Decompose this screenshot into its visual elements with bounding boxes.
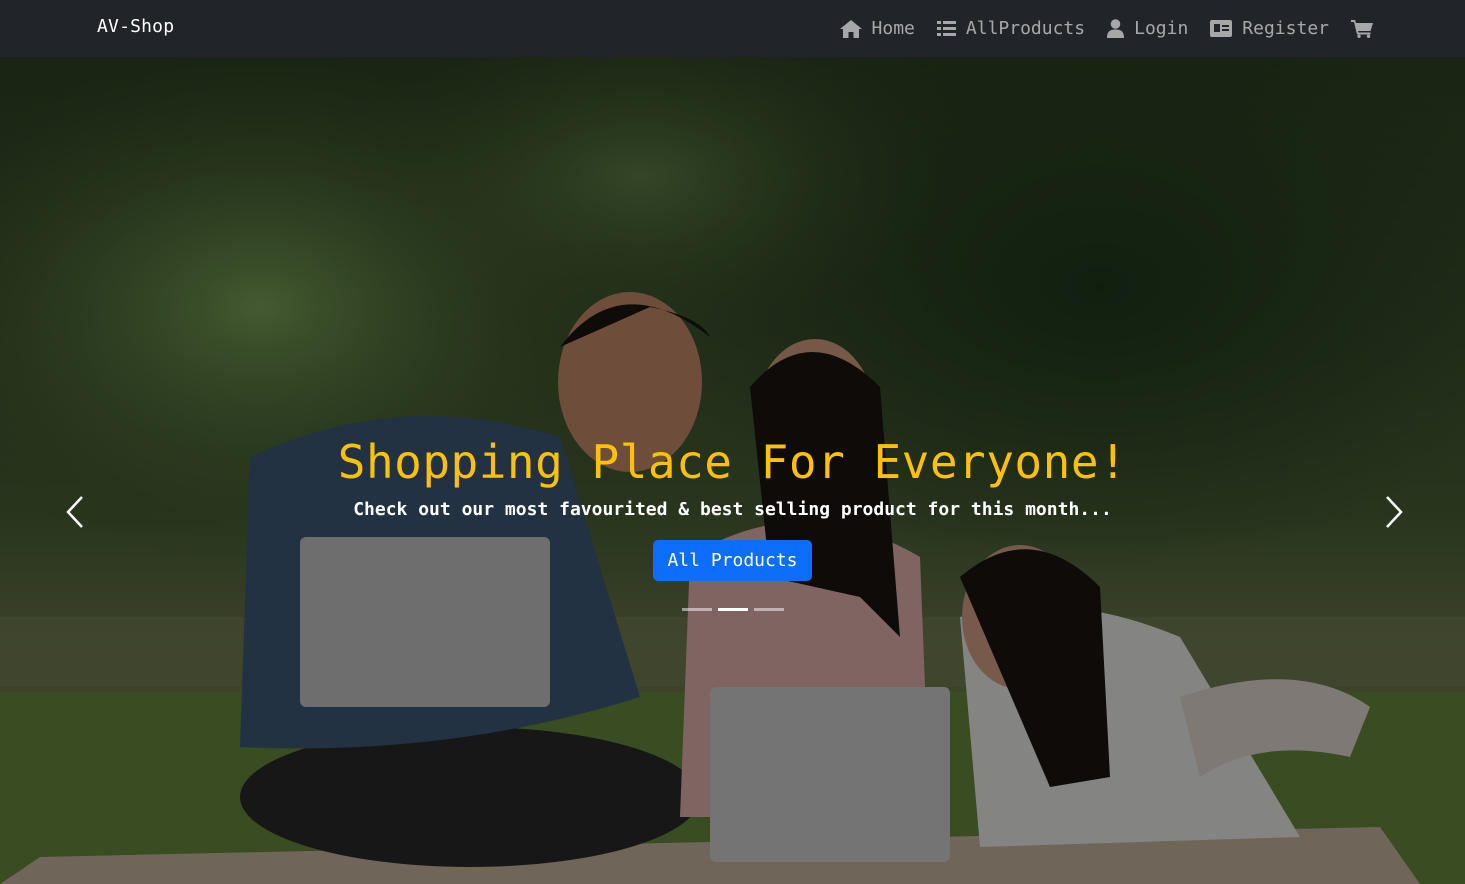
carousel-indicator-1[interactable] bbox=[681, 608, 712, 611]
nav-all-products[interactable]: AllProducts bbox=[936, 18, 1086, 39]
carousel-indicator-2[interactable] bbox=[717, 608, 748, 611]
carousel-next-button[interactable] bbox=[1379, 494, 1409, 530]
nav-cart[interactable] bbox=[1351, 19, 1373, 38]
chevron-left-icon bbox=[66, 496, 83, 528]
hero-carousel: Shopping Place For Everyone! Check out o… bbox=[0, 57, 1465, 884]
all-products-button[interactable]: All Products bbox=[653, 540, 812, 581]
id-card-icon bbox=[1210, 20, 1233, 37]
carousel-indicators bbox=[0, 608, 1465, 611]
nav-register[interactable]: Register bbox=[1210, 18, 1329, 39]
nav-login[interactable]: Login bbox=[1107, 18, 1188, 39]
hero-subtitle: Check out our most favourited & best sel… bbox=[353, 499, 1112, 520]
nav-home[interactable]: Home bbox=[839, 18, 915, 39]
hero-title: Shopping Place For Everyone! bbox=[337, 435, 1128, 489]
brand-logo[interactable]: AV-Shop bbox=[97, 16, 174, 37]
carousel-indicator-3[interactable] bbox=[753, 608, 784, 611]
nav-home-label: Home bbox=[871, 18, 915, 39]
nav-register-label: Register bbox=[1242, 18, 1329, 39]
user-icon bbox=[1107, 19, 1125, 38]
nav-all-products-label: AllProducts bbox=[965, 18, 1086, 39]
nav-login-label: Login bbox=[1134, 18, 1189, 39]
cart-icon bbox=[1351, 20, 1373, 38]
nav-links: Home AllProducts Login Register bbox=[839, 0, 1373, 57]
home-icon bbox=[839, 19, 862, 38]
hero-caption: Shopping Place For Everyone! Check out o… bbox=[0, 435, 1465, 581]
navbar: AV-Shop Home AllProducts Login Register bbox=[0, 0, 1465, 57]
list-icon bbox=[936, 21, 956, 36]
carousel-prev-button[interactable] bbox=[60, 494, 90, 530]
chevron-right-icon bbox=[1386, 496, 1403, 528]
